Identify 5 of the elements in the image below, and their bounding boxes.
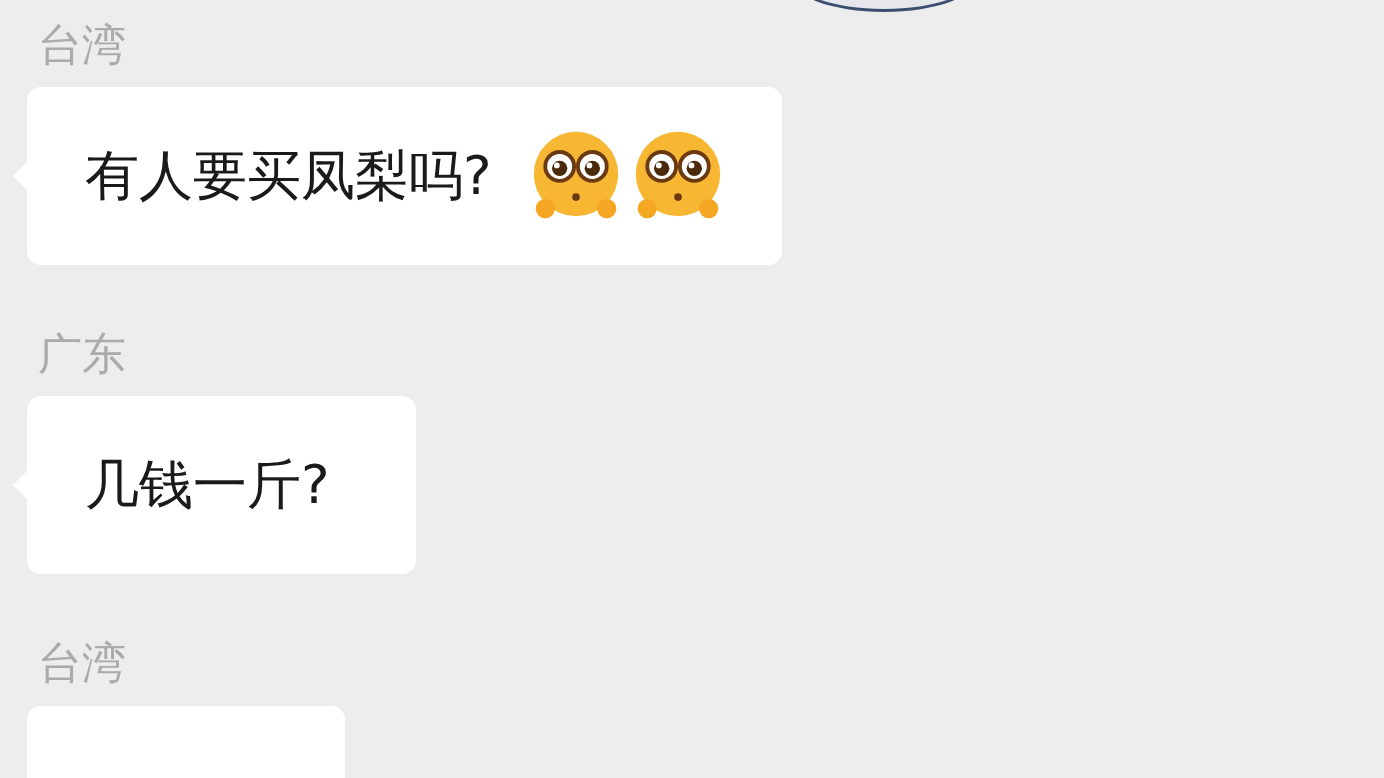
- message-text: 几钱一斤?: [85, 451, 330, 518]
- message-text: 有人要买凤梨吗?: [85, 142, 492, 209]
- sender-name: 台湾: [38, 636, 126, 691]
- sender-name: 广东: [38, 327, 126, 382]
- sender-name: 台湾: [38, 18, 126, 72]
